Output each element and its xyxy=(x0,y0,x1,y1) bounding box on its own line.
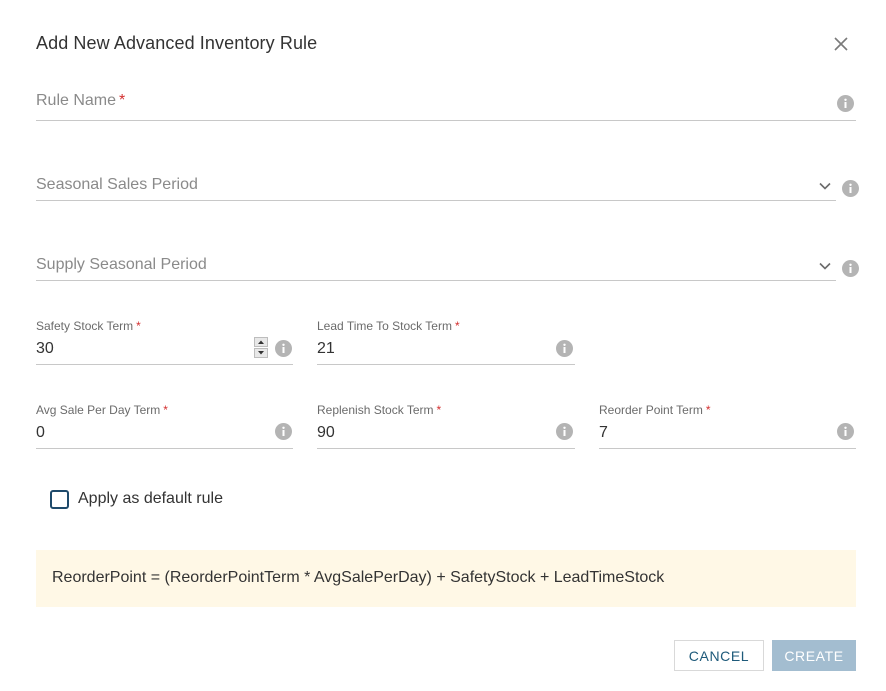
formula-banner: ReorderPoint = (ReorderPointTerm * AvgSa… xyxy=(36,550,856,607)
safety-stock-term-label: Safety Stock Term * xyxy=(36,319,141,333)
close-icon[interactable] xyxy=(830,33,852,55)
arrow-down-icon[interactable] xyxy=(254,348,268,358)
lead-time-to-stock-term-label: Lead Time To Stock Term * xyxy=(317,319,460,333)
default-rule-label[interactable]: Apply as default rule xyxy=(78,490,223,508)
safety-stock-term-underline xyxy=(36,364,293,365)
reorder-point-term-input[interactable]: 7 xyxy=(599,424,608,442)
info-icon[interactable] xyxy=(275,340,292,357)
seasonal-sales-period-underline xyxy=(36,200,836,201)
info-icon[interactable] xyxy=(837,95,854,112)
chevron-down-icon[interactable] xyxy=(818,179,832,193)
add-inventory-rule-dialog: Add New Advanced Inventory Rule Rule Nam… xyxy=(0,0,886,691)
supply-seasonal-period-underline xyxy=(36,280,836,281)
replenish-stock-term-underline xyxy=(317,448,575,449)
info-icon[interactable] xyxy=(837,423,854,440)
default-rule-checkbox[interactable] xyxy=(50,490,69,509)
safety-stock-term-input[interactable]: 30 xyxy=(36,340,54,358)
cancel-button[interactable]: CANCEL xyxy=(674,640,764,671)
chevron-down-icon[interactable] xyxy=(818,259,832,273)
avg-sale-per-day-term-underline xyxy=(36,448,293,449)
number-stepper[interactable] xyxy=(254,337,268,358)
info-icon[interactable] xyxy=(275,423,292,440)
info-icon[interactable] xyxy=(842,180,859,197)
create-button[interactable]: CREATE xyxy=(772,640,856,671)
seasonal-sales-period-label: Seasonal Sales Period xyxy=(36,176,198,193)
arrow-up-icon[interactable] xyxy=(254,337,268,347)
info-icon[interactable] xyxy=(842,260,859,277)
lead-time-to-stock-term-input[interactable]: 21 xyxy=(317,340,335,358)
formula-text: ReorderPoint = (ReorderPointTerm * AvgSa… xyxy=(52,569,665,586)
supply-seasonal-period-label: Supply Seasonal Period xyxy=(36,256,207,273)
rule-name-underline xyxy=(36,120,856,121)
reorder-point-term-underline xyxy=(599,448,856,449)
replenish-stock-term-label: Replenish Stock Term * xyxy=(317,403,442,417)
lead-time-to-stock-term-underline xyxy=(317,364,575,365)
info-icon[interactable] xyxy=(556,423,573,440)
rule-name-label: Rule Name * xyxy=(36,92,126,109)
dialog-title: Add New Advanced Inventory Rule xyxy=(36,33,318,53)
avg-sale-per-day-term-label: Avg Sale Per Day Term * xyxy=(36,403,168,417)
info-icon[interactable] xyxy=(556,340,573,357)
reorder-point-term-label: Reorder Point Term * xyxy=(599,403,711,417)
avg-sale-per-day-term-input[interactable]: 0 xyxy=(36,424,45,442)
replenish-stock-term-input[interactable]: 90 xyxy=(317,424,335,442)
